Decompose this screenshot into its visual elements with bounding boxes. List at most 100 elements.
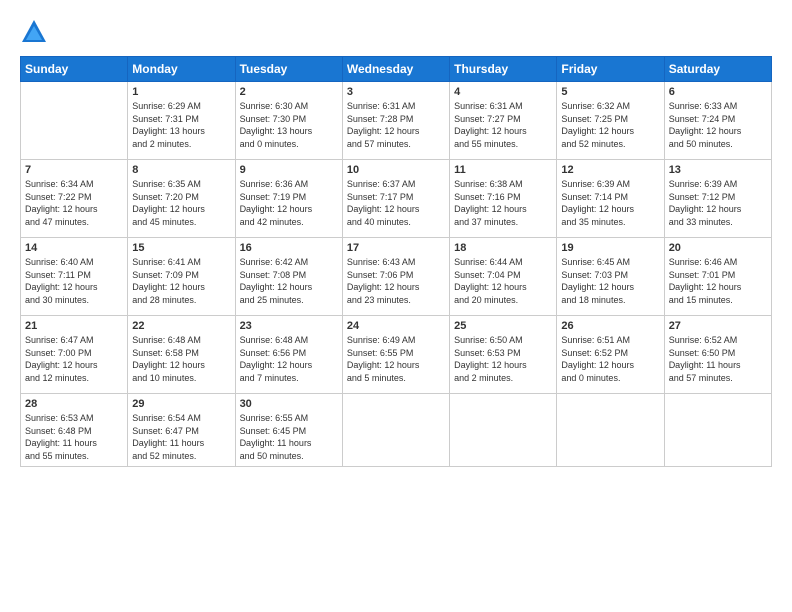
day-number: 25 <box>454 320 552 332</box>
day-info: Sunrise: 6:31 AM Sunset: 7:27 PM Dayligh… <box>454 100 552 150</box>
day-cell <box>450 394 557 467</box>
day-info: Sunrise: 6:39 AM Sunset: 7:12 PM Dayligh… <box>669 178 767 228</box>
day-info: Sunrise: 6:52 AM Sunset: 6:50 PM Dayligh… <box>669 334 767 384</box>
day-info: Sunrise: 6:40 AM Sunset: 7:11 PM Dayligh… <box>25 256 123 306</box>
day-info: Sunrise: 6:47 AM Sunset: 7:00 PM Dayligh… <box>25 334 123 384</box>
header-cell-wednesday: Wednesday <box>342 57 449 82</box>
day-number: 23 <box>240 320 338 332</box>
day-number: 12 <box>561 164 659 176</box>
day-cell: 17 Sunrise: 6:43 AM Sunset: 7:06 PM Dayli… <box>342 238 449 316</box>
day-cell: 3 Sunrise: 6:31 AM Sunset: 7:28 PM Daylig… <box>342 82 449 160</box>
day-number: 17 <box>347 242 445 254</box>
logo <box>20 18 54 46</box>
day-number: 1 <box>132 86 230 98</box>
day-cell: 28Sunrise: 6:53 AM Sunset: 6:48 PM Dayli… <box>21 394 128 467</box>
day-info: Sunrise: 6:32 AM Sunset: 7:25 PM Dayligh… <box>561 100 659 150</box>
day-info: Sunrise: 6:49 AM Sunset: 6:55 PM Dayligh… <box>347 334 445 384</box>
day-cell: 22 Sunrise: 6:48 AM Sunset: 6:58 PM Dayli… <box>128 316 235 394</box>
calendar-header: SundayMondayTuesdayWednesdayThursdayFrid… <box>21 57 772 82</box>
day-info: Sunrise: 6:30 AM Sunset: 7:30 PM Dayligh… <box>240 100 338 150</box>
week-row-3: 14 Sunrise: 6:40 AM Sunset: 7:11 PM Dayli… <box>21 238 772 316</box>
day-number: 5 <box>561 86 659 98</box>
header-cell-tuesday: Tuesday <box>235 57 342 82</box>
page: SundayMondayTuesdayWednesdayThursdayFrid… <box>0 0 792 612</box>
day-number: 20 <box>669 242 767 254</box>
header <box>20 18 772 46</box>
day-cell: 15 Sunrise: 6:41 AM Sunset: 7:09 PM Dayli… <box>128 238 235 316</box>
logo-icon <box>20 18 48 46</box>
day-number: 11 <box>454 164 552 176</box>
day-info: Sunrise: 6:46 AM Sunset: 7:01 PM Dayligh… <box>669 256 767 306</box>
day-cell: 23 Sunrise: 6:48 AM Sunset: 6:56 PM Dayli… <box>235 316 342 394</box>
day-cell: 24 Sunrise: 6:49 AM Sunset: 6:55 PM Dayli… <box>342 316 449 394</box>
header-cell-sunday: Sunday <box>21 57 128 82</box>
day-cell: 9Sunrise: 6:36 AM Sunset: 7:19 PM Daylig… <box>235 160 342 238</box>
day-number: 16 <box>240 242 338 254</box>
day-info: Sunrise: 6:54 AM Sunset: 6:47 PM Dayligh… <box>132 412 230 462</box>
day-number: 8 <box>132 164 230 176</box>
day-cell: 1Sunrise: 6:29 AM Sunset: 7:31 PM Daylig… <box>128 82 235 160</box>
day-number: 9 <box>240 164 338 176</box>
day-cell: 20 Sunrise: 6:46 AM Sunset: 7:01 PM Dayli… <box>664 238 771 316</box>
header-row: SundayMondayTuesdayWednesdayThursdayFrid… <box>21 57 772 82</box>
day-cell: 29 Sunrise: 6:54 AM Sunset: 6:47 PM Dayli… <box>128 394 235 467</box>
day-info: Sunrise: 6:33 AM Sunset: 7:24 PM Dayligh… <box>669 100 767 150</box>
day-cell: 12 Sunrise: 6:39 AM Sunset: 7:14 PM Dayli… <box>557 160 664 238</box>
day-info: Sunrise: 6:34 AM Sunset: 7:22 PM Dayligh… <box>25 178 123 228</box>
day-number: 18 <box>454 242 552 254</box>
day-info: Sunrise: 6:42 AM Sunset: 7:08 PM Dayligh… <box>240 256 338 306</box>
day-cell: 19 Sunrise: 6:45 AM Sunset: 7:03 PM Dayli… <box>557 238 664 316</box>
day-number: 15 <box>132 242 230 254</box>
week-row-2: 7Sunrise: 6:34 AM Sunset: 7:22 PM Daylig… <box>21 160 772 238</box>
header-cell-friday: Friday <box>557 57 664 82</box>
day-number: 30 <box>240 398 338 410</box>
day-cell: 11 Sunrise: 6:38 AM Sunset: 7:16 PM Dayli… <box>450 160 557 238</box>
day-number: 29 <box>132 398 230 410</box>
day-number: 21 <box>25 320 123 332</box>
day-info: Sunrise: 6:50 AM Sunset: 6:53 PM Dayligh… <box>454 334 552 384</box>
week-row-4: 21 Sunrise: 6:47 AM Sunset: 7:00 PM Dayli… <box>21 316 772 394</box>
day-info: Sunrise: 6:39 AM Sunset: 7:14 PM Dayligh… <box>561 178 659 228</box>
day-number: 24 <box>347 320 445 332</box>
day-cell: 30 Sunrise: 6:55 AM Sunset: 6:45 PM Dayli… <box>235 394 342 467</box>
day-cell: 14 Sunrise: 6:40 AM Sunset: 7:11 PM Dayli… <box>21 238 128 316</box>
day-number: 26 <box>561 320 659 332</box>
week-row-5: 28Sunrise: 6:53 AM Sunset: 6:48 PM Dayli… <box>21 394 772 467</box>
day-cell: 2Sunrise: 6:30 AM Sunset: 7:30 PM Daylig… <box>235 82 342 160</box>
day-number: 10 <box>347 164 445 176</box>
day-info: Sunrise: 6:38 AM Sunset: 7:16 PM Dayligh… <box>454 178 552 228</box>
day-info: Sunrise: 6:53 AM Sunset: 6:48 PM Dayligh… <box>25 412 123 462</box>
header-cell-monday: Monday <box>128 57 235 82</box>
day-cell <box>342 394 449 467</box>
day-cell <box>21 82 128 160</box>
day-number: 13 <box>669 164 767 176</box>
day-info: Sunrise: 6:45 AM Sunset: 7:03 PM Dayligh… <box>561 256 659 306</box>
day-info: Sunrise: 6:35 AM Sunset: 7:20 PM Dayligh… <box>132 178 230 228</box>
day-info: Sunrise: 6:48 AM Sunset: 6:58 PM Dayligh… <box>132 334 230 384</box>
day-info: Sunrise: 6:55 AM Sunset: 6:45 PM Dayligh… <box>240 412 338 462</box>
day-cell: 16 Sunrise: 6:42 AM Sunset: 7:08 PM Dayli… <box>235 238 342 316</box>
day-info: Sunrise: 6:41 AM Sunset: 7:09 PM Dayligh… <box>132 256 230 306</box>
day-number: 19 <box>561 242 659 254</box>
day-cell: 13 Sunrise: 6:39 AM Sunset: 7:12 PM Dayli… <box>664 160 771 238</box>
day-number: 3 <box>347 86 445 98</box>
day-cell: 7Sunrise: 6:34 AM Sunset: 7:22 PM Daylig… <box>21 160 128 238</box>
day-info: Sunrise: 6:37 AM Sunset: 7:17 PM Dayligh… <box>347 178 445 228</box>
day-cell: 25 Sunrise: 6:50 AM Sunset: 6:53 PM Dayli… <box>450 316 557 394</box>
day-cell: 8 Sunrise: 6:35 AM Sunset: 7:20 PM Daylig… <box>128 160 235 238</box>
calendar-table: SundayMondayTuesdayWednesdayThursdayFrid… <box>20 56 772 467</box>
calendar-body: 1Sunrise: 6:29 AM Sunset: 7:31 PM Daylig… <box>21 82 772 467</box>
day-cell <box>664 394 771 467</box>
day-info: Sunrise: 6:48 AM Sunset: 6:56 PM Dayligh… <box>240 334 338 384</box>
header-cell-saturday: Saturday <box>664 57 771 82</box>
day-info: Sunrise: 6:43 AM Sunset: 7:06 PM Dayligh… <box>347 256 445 306</box>
week-row-1: 1Sunrise: 6:29 AM Sunset: 7:31 PM Daylig… <box>21 82 772 160</box>
day-cell: 6 Sunrise: 6:33 AM Sunset: 7:24 PM Daylig… <box>664 82 771 160</box>
day-cell: 26Sunrise: 6:51 AM Sunset: 6:52 PM Dayli… <box>557 316 664 394</box>
day-info: Sunrise: 6:31 AM Sunset: 7:28 PM Dayligh… <box>347 100 445 150</box>
day-number: 14 <box>25 242 123 254</box>
day-info: Sunrise: 6:44 AM Sunset: 7:04 PM Dayligh… <box>454 256 552 306</box>
day-number: 22 <box>132 320 230 332</box>
day-number: 4 <box>454 86 552 98</box>
day-number: 6 <box>669 86 767 98</box>
